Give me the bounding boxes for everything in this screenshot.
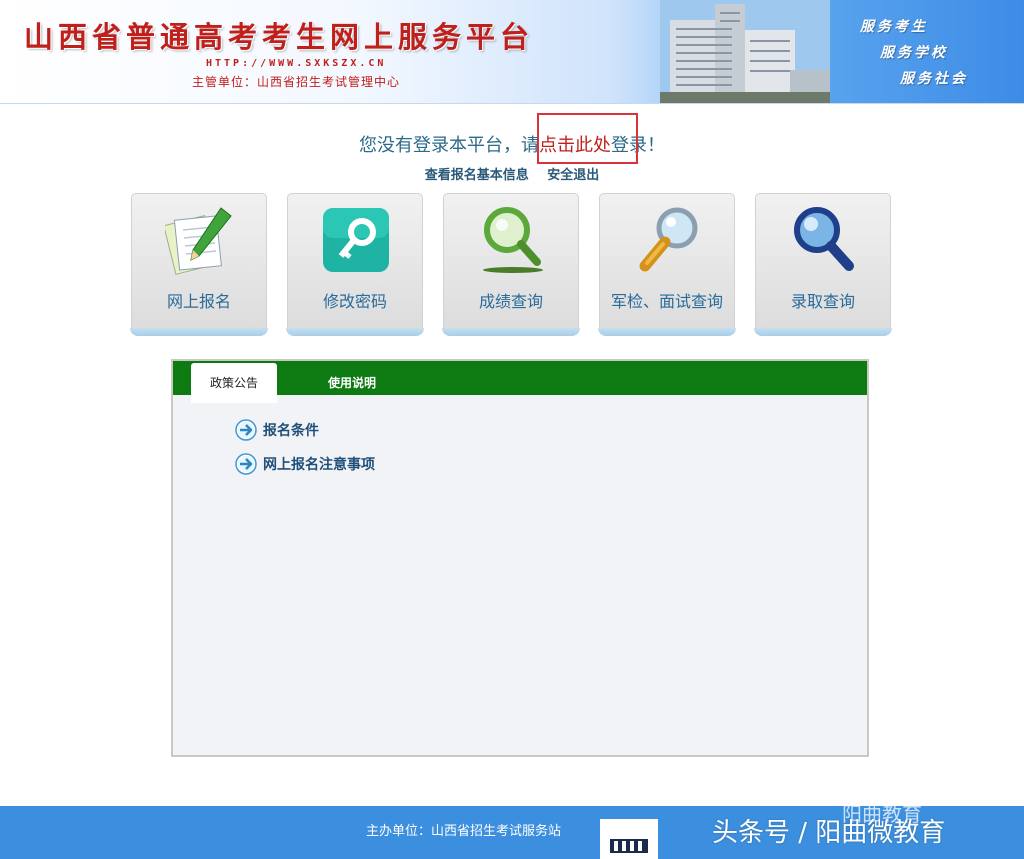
- header-banner: 山西省普通高考考生网上服务平台 HTTP://WWW.SXKSZX.CN 主管单…: [0, 0, 1024, 104]
- tile-label: 修改密码: [322, 292, 387, 311]
- tile-label: 网上报名: [166, 292, 231, 311]
- notice-label: 网上报名注意事项: [263, 457, 375, 473]
- pencil-paper-icon: [165, 207, 232, 275]
- logout-link[interactable]: 安全退出: [547, 168, 599, 183]
- tile-admission-query[interactable]: 录取查询: [754, 193, 892, 336]
- login-prefix: 您没有登录本平台，请: [359, 135, 539, 156]
- tile-label: 军检、面试查询: [610, 292, 723, 311]
- footer-badge-icon: [600, 819, 658, 859]
- tile-physical-interview-query[interactable]: 军检、面试查询: [598, 193, 736, 336]
- tile-score-query[interactable]: 成绩查询: [442, 193, 580, 336]
- tab-usage-instructions[interactable]: 使用说明: [307, 361, 397, 395]
- notice-item[interactable]: 网上报名注意事项: [235, 447, 375, 481]
- gold-magnifier-icon: [639, 207, 698, 272]
- arrow-right-icon: [235, 453, 257, 475]
- account-links: 查看报名基本信息 安全退出: [0, 164, 1024, 183]
- key-icon: [323, 208, 389, 272]
- tile-online-registration[interactable]: 网上报名: [130, 193, 268, 336]
- tile-label: 录取查询: [790, 292, 855, 311]
- notice-list: 报名条件 网上报名注意事项: [235, 413, 375, 481]
- site-title: 山西省普通高考考生网上服务平台: [24, 20, 535, 54]
- view-info-link[interactable]: 查看报名基本信息: [425, 168, 529, 183]
- slogan-students: 服务考生: [860, 19, 928, 35]
- arrow-right-icon: [235, 419, 257, 441]
- highlight-annotation: [537, 113, 638, 164]
- tab-policy-announcements[interactable]: 政策公告: [191, 363, 277, 403]
- building-image: [660, 0, 830, 103]
- green-magnifier-icon: [483, 207, 543, 273]
- footer-sponsor: 主办单位：山西省招生考试服务站: [366, 824, 562, 839]
- tab-bar: 使用说明: [173, 361, 867, 395]
- slogan-society: 服务社会: [900, 71, 968, 87]
- announcement-panel: 使用说明 政策公告 报名条件 网上报名注意事项: [171, 359, 869, 757]
- notice-item[interactable]: 报名条件: [235, 413, 375, 447]
- notice-label: 报名条件: [263, 423, 319, 439]
- login-prompt: 您没有登录本平台，请点击此处登录！: [0, 131, 1024, 157]
- blue-magnifier-icon: [794, 207, 854, 271]
- tile-label: 成绩查询: [478, 292, 543, 311]
- slogan-schools: 服务学校: [880, 45, 948, 61]
- watermark: 头条号 / 阳曲微教育: [712, 818, 946, 848]
- tile-change-password[interactable]: 修改密码: [286, 193, 424, 336]
- site-organizer: 主管单位：山西省招生考试管理中心: [192, 75, 401, 89]
- site-url: HTTP://WWW.SXKSZX.CN: [206, 58, 387, 69]
